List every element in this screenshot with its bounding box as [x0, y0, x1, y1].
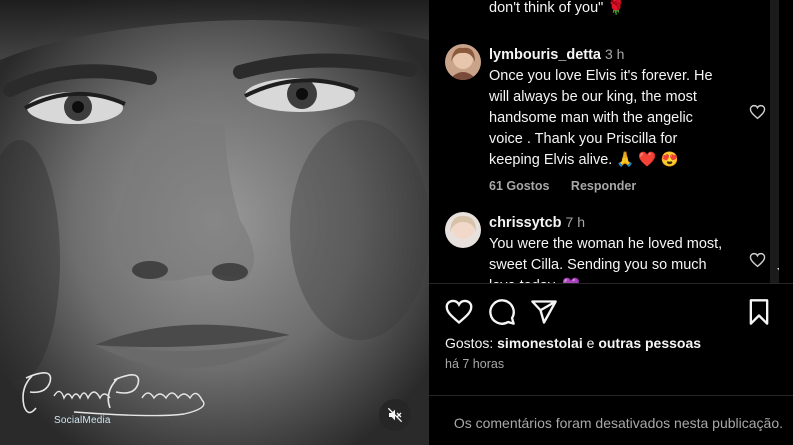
- comment-icon: [489, 299, 515, 325]
- comment-body: chrissytcb 7 h You were the woman he love…: [489, 212, 729, 283]
- likes-joiner: e: [586, 335, 595, 351]
- comment-meta: 61 Gostos Responder: [489, 179, 729, 193]
- comment-text: Once you love Elvis it's forever. He wil…: [489, 68, 713, 168]
- comment-button[interactable]: [488, 298, 516, 326]
- avatar-image: [445, 212, 481, 248]
- avatar[interactable]: [445, 212, 481, 248]
- watermark-subtitle: SocialMedia: [54, 415, 111, 426]
- likes-user[interactable]: simonestolai: [497, 335, 583, 351]
- post-media[interactable]: SocialMedia: [0, 0, 429, 445]
- comment-username[interactable]: lymbouris_detta: [489, 47, 601, 63]
- comments-list[interactable]: don't think of you" 🌹 lymbouris_detta 3 h…: [429, 0, 779, 283]
- comment-time[interactable]: 3 h: [605, 46, 624, 62]
- previous-comment-tail: don't think of you" 🌹: [489, 0, 626, 16]
- post-side-panel: don't think of you" 🌹 lymbouris_detta 3 h…: [429, 0, 793, 445]
- heart-icon: [749, 252, 766, 268]
- bookmark-icon: [749, 299, 769, 325]
- heart-icon: [749, 104, 766, 120]
- comment-time[interactable]: 7 h: [566, 214, 585, 230]
- likes-prefix: Gostos:: [445, 335, 494, 351]
- divider: [429, 395, 793, 396]
- save-button[interactable]: [745, 298, 773, 326]
- reply-button[interactable]: Responder: [571, 179, 636, 193]
- comment-username[interactable]: chrissytcb: [489, 215, 562, 231]
- like-button[interactable]: [445, 298, 473, 326]
- scrollbar-thumb[interactable]: [774, 0, 779, 253]
- comment-likes-count[interactable]: 61 Gostos: [489, 179, 549, 193]
- comments-disabled-notice: Os comentários foram desativados nesta p…: [453, 415, 783, 431]
- likes-summary[interactable]: Gostos: simonestolai e outras pessoas: [445, 335, 701, 351]
- signature-watermark: SocialMedia: [14, 368, 229, 438]
- likes-others[interactable]: outras pessoas: [598, 335, 701, 351]
- mute-button[interactable]: [379, 399, 411, 431]
- comment-like-button[interactable]: [749, 104, 766, 125]
- comment-like-button[interactable]: [749, 252, 766, 273]
- scroll-down-arrow-icon[interactable]: [777, 268, 779, 273]
- post-timestamp[interactable]: há 7 horas: [445, 357, 504, 371]
- comment-body: lymbouris_detta 3 h Once you love Elvis i…: [489, 44, 729, 193]
- comments-scrollbar[interactable]: [770, 0, 779, 283]
- heart-icon: [445, 299, 473, 325]
- share-button[interactable]: [530, 298, 558, 326]
- comment-text: You were the woman he loved most, sweet …: [489, 236, 723, 283]
- avatar[interactable]: [445, 44, 481, 80]
- avatar-image: [445, 44, 481, 80]
- speaker-muted-icon: [387, 407, 403, 423]
- send-icon: [531, 300, 557, 324]
- signature-logo: [22, 372, 205, 417]
